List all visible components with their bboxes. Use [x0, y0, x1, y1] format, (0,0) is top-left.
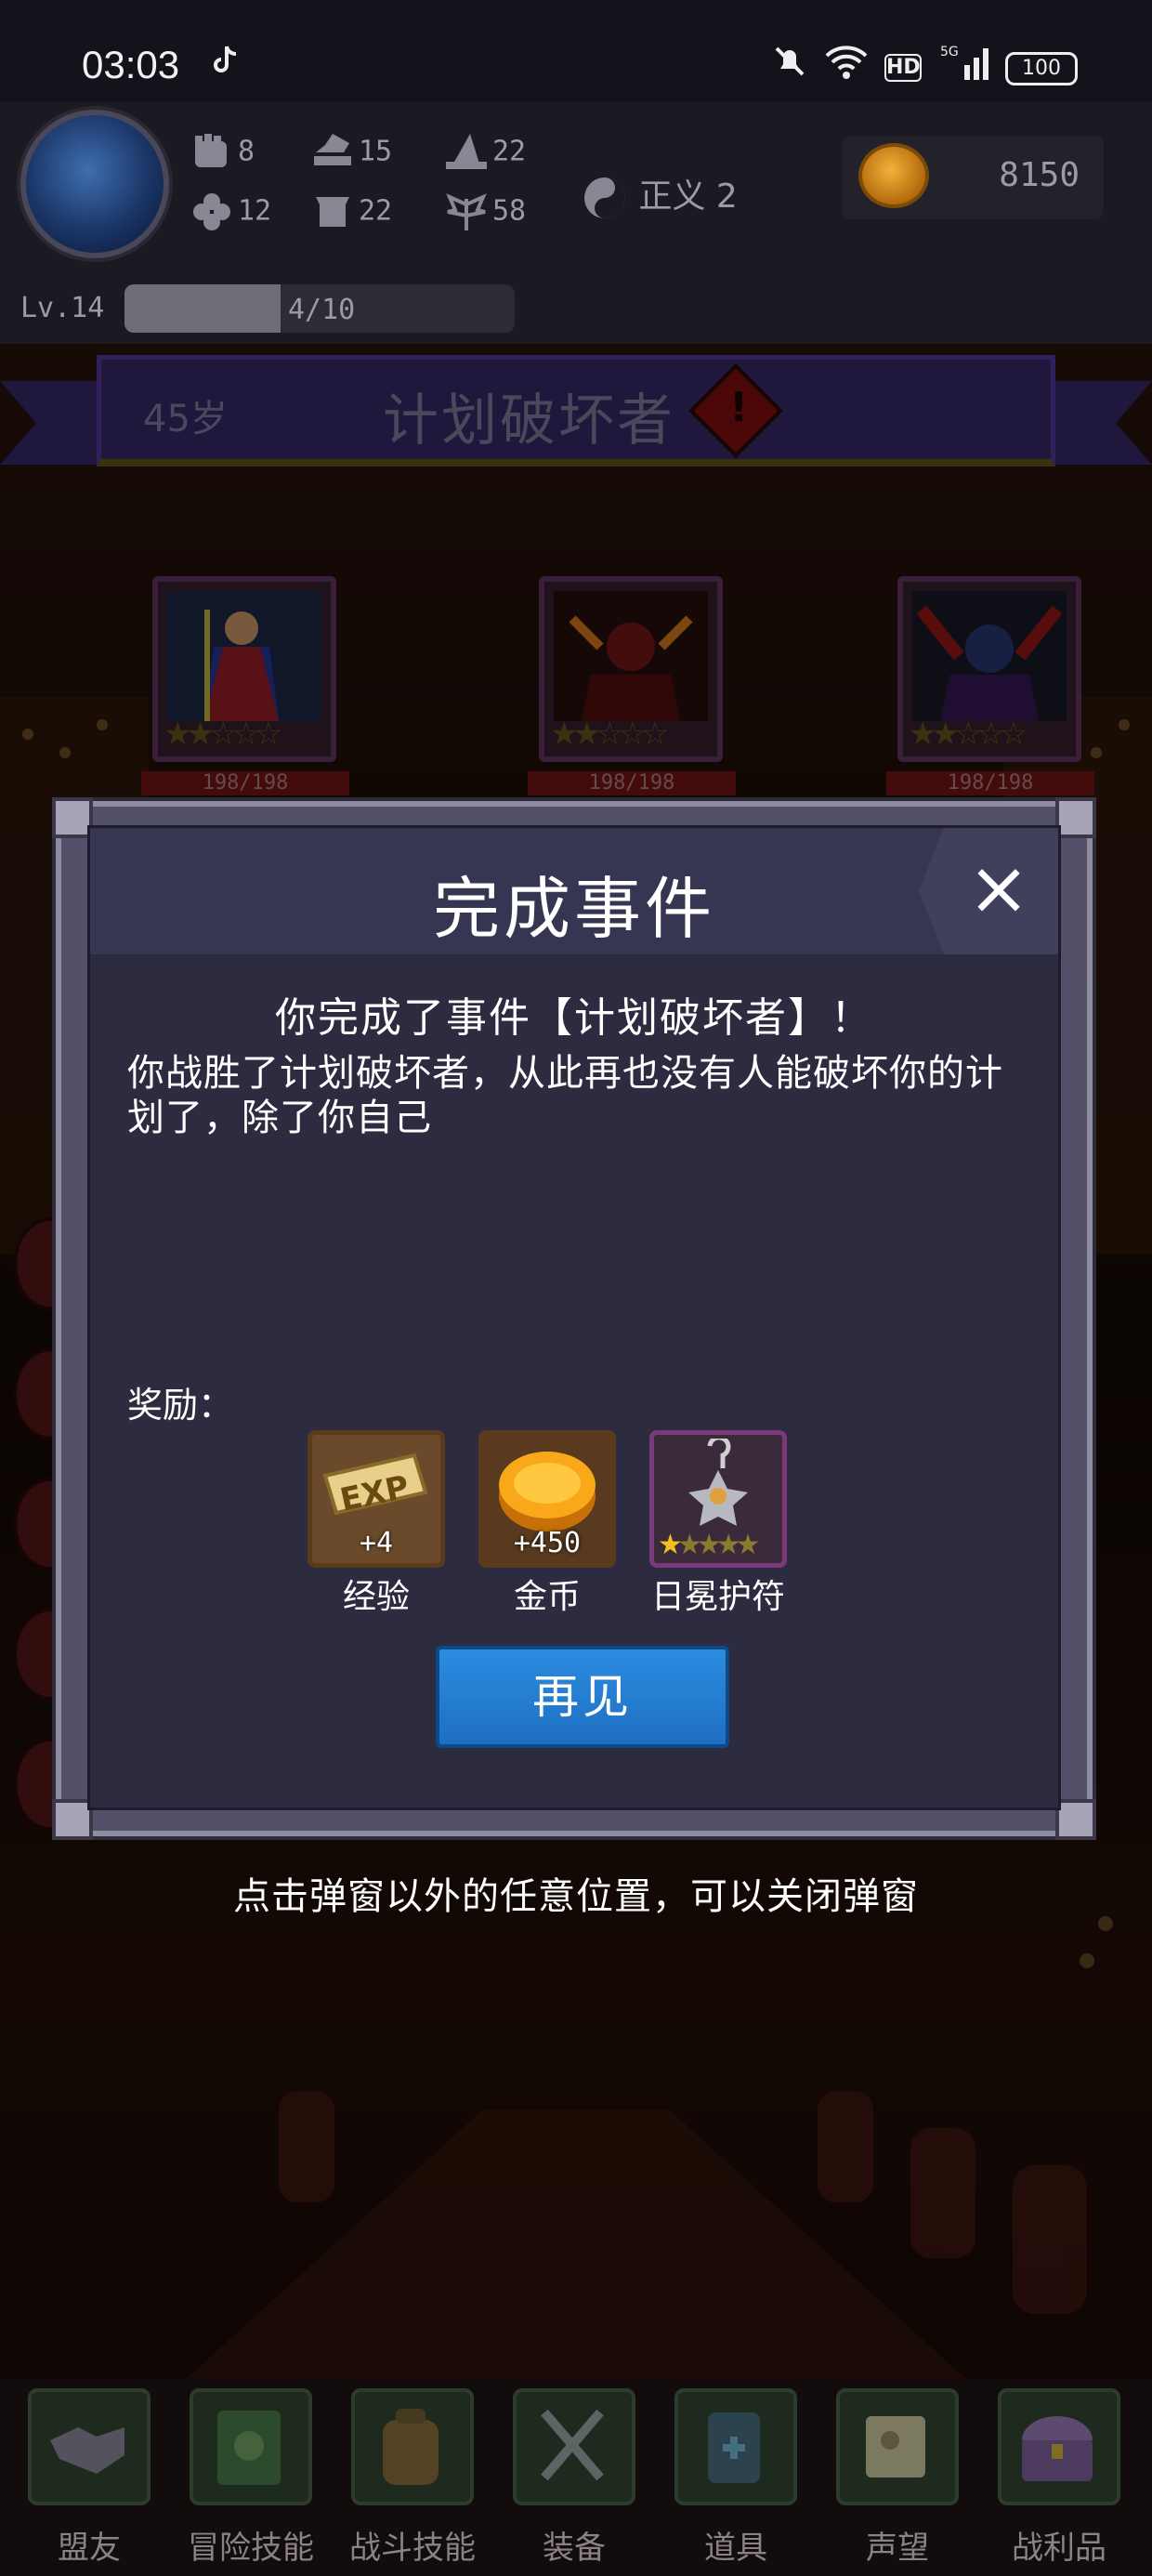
tiktok-icon	[212, 45, 240, 85]
stat-defense: 22	[310, 191, 392, 232]
dialog-message: 你战胜了计划破坏者，从此再也没有人能破坏你的计划了，除了你自己	[127, 1052, 1003, 1139]
stat-spirit: 58	[444, 191, 526, 232]
dialog-header: 完成事件 ×	[90, 828, 1058, 954]
signal-5g-icon: 5G	[940, 43, 996, 80]
stat-strength: 8	[190, 132, 255, 173]
reward-qty: +450	[513, 1527, 582, 1559]
hd-icon: HD	[884, 54, 922, 82]
book-icon	[217, 2411, 281, 2485]
close-button[interactable]: ×	[919, 828, 1058, 954]
goodbye-button[interactable]: 再见	[436, 1646, 729, 1748]
armor-icon	[541, 2409, 604, 2481]
dialog-corner	[1055, 1799, 1096, 1840]
justice-stat: 正义 2	[582, 169, 738, 221]
scroll-icon	[866, 2416, 925, 2477]
goodbye-label: 再见	[532, 1670, 633, 1724]
reward-qty: +4	[359, 1527, 394, 1559]
bottom-nav: 盟友 冒险技能 战斗技能 装备 道具 声望 战利品	[0, 2379, 1152, 2576]
gold-coin-icon: +450	[478, 1430, 616, 1568]
svg-text:5G: 5G	[940, 45, 959, 59]
star-rating: ★★★★★	[658, 1529, 761, 1561]
backpack-icon	[383, 2409, 439, 2485]
nav-adventure-skills[interactable]: 冒险技能	[177, 2388, 325, 2567]
clock: 03:03	[82, 43, 180, 86]
stat-magic: 22	[444, 132, 526, 173]
stat-agility: 15	[310, 132, 392, 173]
nav-allies[interactable]: 盟友	[15, 2388, 164, 2567]
nav-label: 冒险技能	[188, 2530, 314, 2567]
dialog-panel: 完成事件 × 你完成了事件【计划破坏者】！ 你战胜了计划破坏者，从此再也没有人能…	[87, 825, 1061, 1810]
handshake-icon	[50, 2427, 124, 2474]
dialog-subtitle: 你完成了事件【计划破坏者】！	[275, 994, 873, 1042]
nav-label: 盟友	[58, 2530, 121, 2567]
dismiss-hint: 点击弹窗以外的任意位置，可以关闭弹窗	[233, 1875, 919, 1918]
nav-label: 战利品	[1012, 2530, 1106, 2567]
nav-label: 声望	[866, 2530, 929, 2567]
battery-icon: 100	[1005, 52, 1078, 85]
wings-icon	[444, 191, 489, 232]
reward-item[interactable]: EXP +4 经验	[308, 1430, 445, 1618]
nav-reputation[interactable]: 声望	[823, 2388, 972, 2567]
player-avatar[interactable]	[20, 110, 169, 258]
amulet-icon: ★★★★★	[649, 1430, 787, 1568]
stat-luck: 12	[190, 191, 271, 232]
nav-label: 道具	[704, 2530, 767, 2567]
gold-coin-icon	[858, 143, 929, 208]
armor-stat-icon	[310, 191, 355, 232]
status-bar: 03:03 HD 5G 100	[0, 0, 1152, 102]
close-icon: ×	[967, 845, 1030, 931]
treasure-chest-icon	[1022, 2416, 1093, 2481]
fist-icon	[190, 132, 234, 173]
wifi-icon	[823, 43, 870, 80]
reward-name: 经验	[342, 1578, 410, 1616]
nav-loot[interactable]: 战利品	[985, 2388, 1133, 2567]
xp-fill	[124, 284, 281, 333]
nav-label: 战斗技能	[349, 2530, 476, 2567]
gold-value: 8150	[999, 156, 1080, 194]
mute-bell-icon	[771, 43, 808, 80]
nav-equipment[interactable]: 装备	[500, 2388, 648, 2567]
clover-icon	[190, 191, 234, 232]
yin-yang-icon	[584, 177, 625, 218]
dialog-corner	[1055, 797, 1096, 838]
player-hud: 8 15 22 12 22 58 正义 2 8150 Lv.14 4/10	[0, 102, 1152, 344]
nav-items[interactable]: 道具	[661, 2388, 810, 2567]
nav-label: 装备	[543, 2530, 606, 2567]
wizard-hat-icon	[444, 132, 489, 173]
reward-item[interactable]: ★★★★★ 日冕护符	[649, 1430, 787, 1618]
reward-item[interactable]: +450 金币	[478, 1430, 616, 1618]
boot-icon	[310, 132, 355, 173]
reward-name: 金币	[513, 1578, 581, 1616]
nav-combat-skills[interactable]: 战斗技能	[338, 2388, 487, 2567]
dialog-title: 完成事件	[432, 870, 715, 948]
reward-name: 日冕护符	[650, 1578, 785, 1616]
exp-scroll-icon: EXP +4	[308, 1430, 445, 1568]
items-icon	[708, 2412, 760, 2483]
player-level: Lv.14	[20, 292, 105, 324]
event-complete-dialog: 完成事件 × 你完成了事件【计划破坏者】！ 你战胜了计划破坏者，从此再也没有人能…	[52, 797, 1096, 1840]
xp-text: 4/10	[288, 294, 356, 326]
reward-label: 奖励：	[127, 1385, 234, 1426]
gold-counter: 8150	[842, 136, 1104, 219]
